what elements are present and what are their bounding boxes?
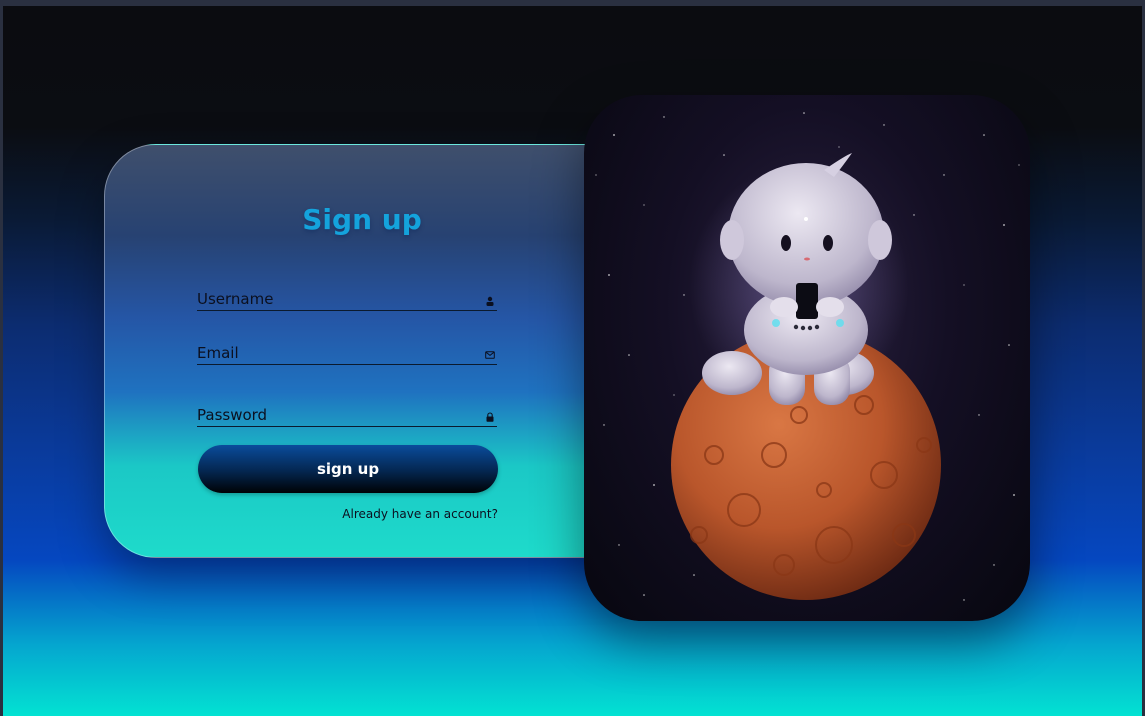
password-field[interactable]: Password [197,405,497,427]
astronaut-illustration [584,95,1030,621]
email-field[interactable]: Email [197,343,497,365]
username-field[interactable]: Username [197,289,497,311]
login-link[interactable]: Already have an account? [342,507,498,521]
mail-icon [485,351,495,359]
email-label: Email [197,344,239,362]
signup-card: Sign up Username Email Password sign up … [104,144,624,558]
password-label: Password [197,406,268,424]
form-title: Sign up [302,203,422,236]
user-icon [486,296,494,306]
username-label: Username [197,290,274,308]
astronaut-on-planet-image [595,112,1020,601]
page-background: Sign up Username Email Password sign up … [3,6,1142,716]
lock-icon [486,412,494,422]
signup-button[interactable]: sign up [198,445,498,493]
